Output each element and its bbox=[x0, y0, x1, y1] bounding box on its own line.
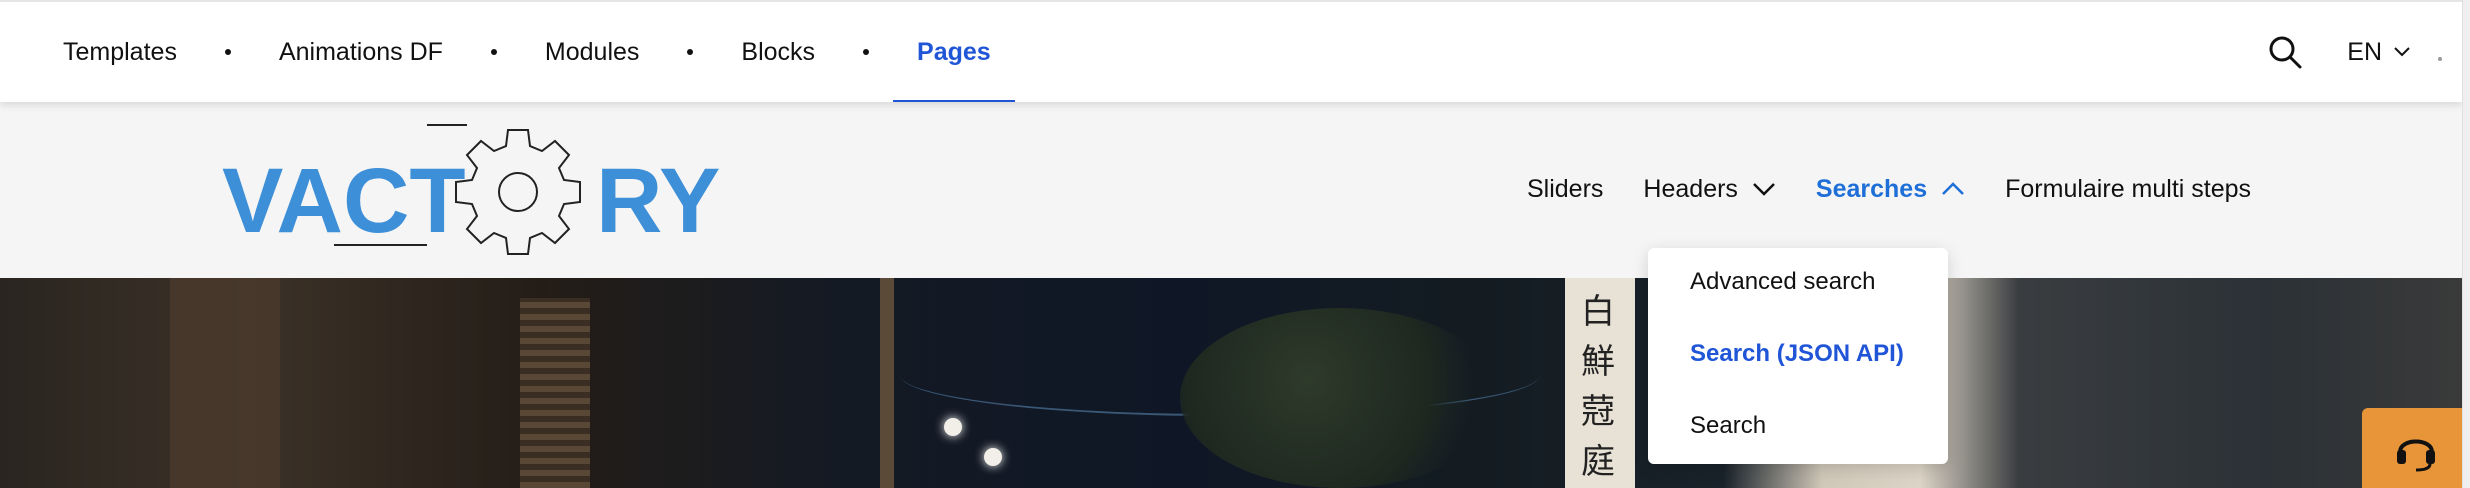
sign-char: 鮮 bbox=[1581, 342, 1615, 382]
hero-window-shutter bbox=[520, 298, 590, 488]
vactory-logo[interactable]: VACT RY bbox=[222, 120, 722, 260]
hero-pole bbox=[880, 278, 894, 488]
searches-dropdown-menu: Advanced search Search (JSON API) Search bbox=[1648, 248, 1948, 464]
topnav-item-templates[interactable]: Templates bbox=[63, 2, 201, 102]
top-right-controls: EN bbox=[2263, 2, 2462, 102]
chevron-down-icon bbox=[1753, 183, 1775, 196]
mainnav-item-formulaire-multi-steps[interactable]: Formulaire multi steps bbox=[2005, 175, 2251, 204]
search-button[interactable] bbox=[2263, 30, 2307, 74]
headset-icon bbox=[2397, 439, 2435, 472]
nav-separator-dot bbox=[863, 49, 870, 55]
hero-image: 白 鮮 蒄 庭 bbox=[0, 278, 2462, 488]
hero-tree bbox=[1180, 308, 1500, 488]
language-label: EN bbox=[2347, 37, 2382, 66]
chevron-down-icon bbox=[2394, 47, 2410, 57]
mainnav-label: Sliders bbox=[1527, 174, 1604, 203]
gear-icon bbox=[455, 129, 581, 255]
topnav-item-animations-df[interactable]: Animations DF bbox=[255, 2, 467, 102]
hero-lantern bbox=[944, 418, 962, 436]
edge-dot bbox=[2438, 57, 2442, 61]
hero-wall bbox=[170, 278, 280, 488]
page-scrollbar[interactable] bbox=[2462, 0, 2470, 488]
mainnav-item-headers[interactable]: Headers bbox=[1643, 175, 1776, 204]
topnav-item-modules[interactable]: Modules bbox=[521, 2, 664, 102]
language-selector[interactable]: EN bbox=[2347, 38, 2410, 67]
mainnav-label: Searches bbox=[1815, 174, 1928, 203]
hero-lantern bbox=[984, 448, 1002, 466]
logo-text-left: VACT bbox=[222, 150, 466, 252]
mainnav-label: Headers bbox=[1643, 174, 1738, 203]
top-bar: Templates Animations DF Modules Blocks P… bbox=[0, 0, 2462, 102]
dropdown-item-search[interactable]: Search bbox=[1690, 412, 1766, 440]
support-chat-button[interactable] bbox=[2362, 408, 2470, 488]
nav-separator-dot bbox=[224, 49, 231, 55]
chevron-up-icon bbox=[1942, 182, 1965, 195]
sign-char: 庭 bbox=[1581, 442, 1615, 482]
sign-char: 白 bbox=[1581, 292, 1615, 332]
dropdown-item-advanced-search[interactable]: Advanced search bbox=[1690, 268, 1875, 296]
nav-separator-dot bbox=[490, 49, 497, 55]
dropdown-item-search-json-api[interactable]: Search (JSON API) bbox=[1690, 340, 1904, 368]
topnav-item-blocks[interactable]: Blocks bbox=[717, 2, 839, 102]
mainnav-item-searches[interactable]: Searches bbox=[1816, 175, 1965, 204]
sign-char: 蒄 bbox=[1581, 392, 1615, 432]
search-icon bbox=[2269, 36, 2302, 69]
top-nav: Templates Animations DF Modules Blocks P… bbox=[63, 2, 1015, 102]
logo-text-right: RY bbox=[596, 150, 720, 252]
nav-separator-dot bbox=[687, 49, 694, 55]
topnav-item-pages[interactable]: Pages bbox=[893, 2, 1015, 102]
mainnav-label: Formulaire multi steps bbox=[2005, 174, 2252, 203]
mainnav-item-sliders[interactable]: Sliders bbox=[1527, 175, 1603, 204]
site-header: VACT RY Sliders Headers Searches Formula… bbox=[0, 100, 2462, 278]
hero-signboard: 白 鮮 蒄 庭 bbox=[1565, 278, 1635, 488]
